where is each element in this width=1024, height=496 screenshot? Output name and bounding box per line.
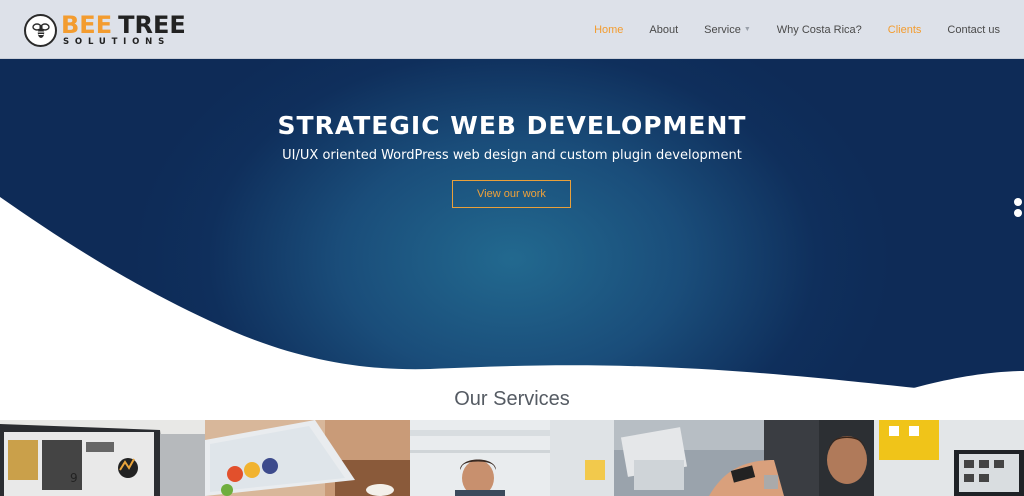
nav-item-label: Clients — [887, 23, 922, 36]
site-header: BEE TREE SOLUTIONS Home About Service ▼ W… — [0, 0, 1024, 59]
svg-text:9: 9 — [70, 471, 78, 485]
desk-monitor-photo-icon[interactable] — [819, 420, 1024, 496]
nav-item-label: Contact us — [947, 23, 1000, 36]
chevron-down-icon: ▼ — [743, 26, 751, 33]
services-thumbnail-strip: 9 — [0, 420, 1024, 496]
laptop-photo-icon[interactable]: 9 — [0, 420, 205, 496]
brand-tagline: SOLUTIONS — [63, 37, 170, 48]
hero-title: STRATEGIC WEB DEVELOPMENT — [277, 111, 747, 140]
person-office-photo-icon[interactable] — [409, 420, 615, 496]
nav-item-label: Home — [594, 23, 624, 36]
nav-item-why-costa-rica[interactable]: Why Costa Rica? — [777, 24, 862, 36]
brand-wordmark: BEE TREE SOLUTIONS — [61, 13, 186, 47]
nav-item-contact-us[interactable]: Contact us — [947, 24, 1000, 36]
nav-item-home[interactable]: Home — [594, 24, 623, 36]
nav-item-service[interactable]: Service ▼ — [704, 24, 751, 36]
brand-word-bee: BEE — [61, 11, 113, 40]
nav-item-label: About — [649, 23, 679, 36]
nav-item-label: Why Costa Rica? — [776, 23, 862, 36]
nav-item-about[interactable]: About — [649, 24, 678, 36]
slider-dot[interactable] — [1014, 198, 1022, 206]
services-heading: Our Services — [454, 388, 570, 410]
view-our-work-button[interactable]: View our work — [452, 180, 571, 208]
hero-wave-shape — [0, 197, 1024, 389]
bee-icon — [24, 13, 57, 47]
nav-item-label: Service — [704, 23, 741, 36]
hero-subtitle: UI/UX oriented WordPress web design and … — [282, 148, 742, 163]
slider-dot[interactable] — [1014, 209, 1022, 217]
main-nav: Home About Service ▼ Why Costa Rica? Clie… — [568, 0, 1000, 59]
brand-word-tree: TREE — [118, 11, 186, 40]
nav-item-clients[interactable]: Clients — [888, 24, 922, 36]
tablet-photo-icon[interactable] — [204, 420, 410, 496]
phone-hands-photo-icon[interactable] — [614, 420, 820, 496]
slider-dots — [1014, 198, 1022, 220]
hero-section: STRATEGIC WEB DEVELOPMENT UI/UX oriented… — [0, 59, 1024, 389]
brand-logo[interactable]: BEE TREE SOLUTIONS — [24, 11, 186, 49]
